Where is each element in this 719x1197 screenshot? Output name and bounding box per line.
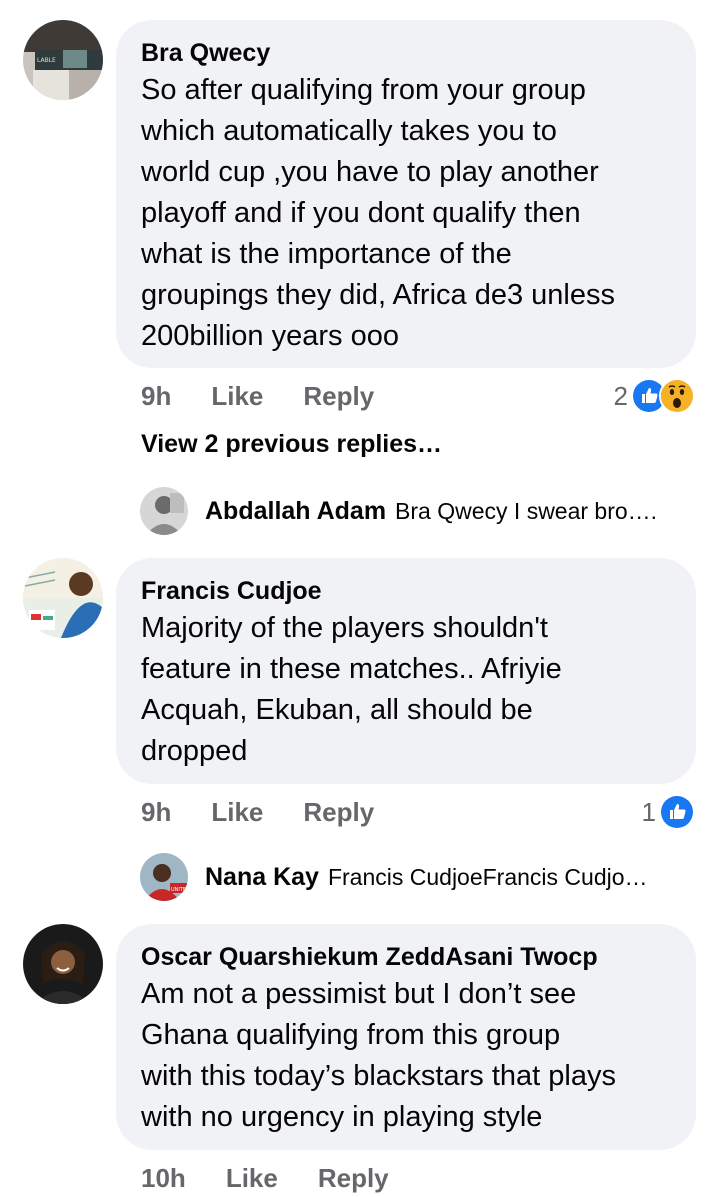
reaction-summary[interactable]: 2 <box>614 378 695 414</box>
comment-text: Majority of the players shouldn't featur… <box>141 612 562 767</box>
like-icon <box>659 794 695 830</box>
comment-text: So after qualifying from your group whic… <box>141 74 615 352</box>
reply-button[interactable]: Reply <box>318 1163 389 1194</box>
avatar-oscar-quarshiekum[interactable] <box>23 924 103 1004</box>
comment-text: Am not a pessimist but I don’t see Ghana… <box>141 978 616 1133</box>
like-button[interactable]: Like <box>211 381 263 412</box>
comment-author[interactable]: Bra Qwecy <box>141 36 670 70</box>
avatar-abdallah-adam[interactable] <box>140 487 188 535</box>
reply-preview[interactable]: Nana Kay Francis CudjoeFrancis Cudjo… <box>205 863 648 892</box>
svg-text:LABLE: LABLE <box>37 57 56 64</box>
reply-text: Francis CudjoeFrancis Cudjo… <box>327 864 648 890</box>
reaction-count: 2 <box>613 380 628 411</box>
reply-preview[interactable]: Abdallah Adam Bra Qwecy I swear bro…. <box>205 497 657 526</box>
svg-text:UNITED: UNITED <box>171 887 188 893</box>
reply-button[interactable]: Reply <box>303 381 374 412</box>
comment-bubble: Oscar Quarshiekum ZeddAsani Twocp Am not… <box>116 924 696 1150</box>
reply-text: Bra Qwecy I swear bro…. <box>395 498 658 524</box>
comment-time[interactable]: 9h <box>141 797 171 828</box>
comment-time[interactable]: 9h <box>141 381 171 412</box>
comment-author[interactable]: Francis Cudjoe <box>141 574 670 608</box>
like-button[interactable]: Like <box>211 797 263 828</box>
reaction-summary[interactable]: 1 <box>642 794 695 830</box>
reply-author[interactable]: Nana Kay <box>205 863 319 892</box>
avatar-francis-cudjoe[interactable] <box>23 558 103 638</box>
comment-bubble: Bra Qwecy So after qualifying from your … <box>116 20 696 368</box>
view-previous-replies-link[interactable]: View 2 previous replies… <box>141 430 442 459</box>
comments-feed: LABLE Bra Qwecy So after qualifying from… <box>0 0 719 1197</box>
reaction-count: 1 <box>641 796 656 827</box>
like-button[interactable]: Like <box>226 1163 278 1194</box>
avatar-bra-qwecy[interactable]: LABLE <box>23 20 103 100</box>
comment-bubble: Francis Cudjoe Majority of the players s… <box>116 558 696 784</box>
comment-time[interactable]: 10h <box>141 1163 186 1194</box>
comment-actions: 9h Like Reply <box>141 794 414 830</box>
reply-author[interactable]: Abdallah Adam <box>205 497 386 526</box>
comment-author[interactable]: Oscar Quarshiekum ZeddAsani Twocp <box>141 940 670 974</box>
comment-actions: 10h Like Reply <box>141 1160 429 1196</box>
comment-actions: 9h Like Reply <box>141 378 414 414</box>
reply-button[interactable]: Reply <box>303 797 374 828</box>
wow-icon <box>659 378 695 414</box>
avatar-nana-kay[interactable]: UNITED <box>140 853 188 901</box>
